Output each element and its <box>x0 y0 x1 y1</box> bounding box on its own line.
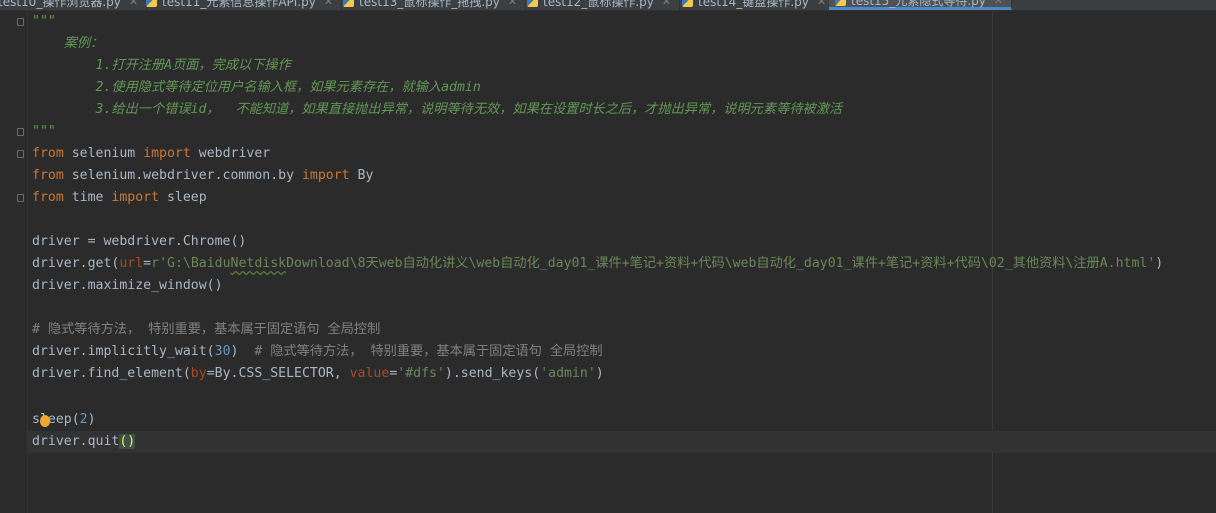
identifier: sleep <box>159 190 207 205</box>
docstring-text: 3.给出一个错误id， 不能知道，如果直接抛出异常，说明等待无效，如果在设置时长… <box>32 102 843 117</box>
code-line-8[interactable]: from selenium.webdriver.common.by import… <box>32 165 373 187</box>
matched-parens: () <box>119 434 136 449</box>
docstring-text: 2.使用隐式等待定位用户名输入框，如果元素存在，就输入admin <box>32 80 481 95</box>
code-line-1[interactable]: """ <box>32 11 56 33</box>
tab-label: test11_元素信息操作API.py <box>162 0 316 9</box>
string: 'admin' <box>540 366 596 381</box>
argument: =By.CSS_SELECTOR, <box>206 366 350 381</box>
string: Download\8天web自动化讲义\web自动化_day01_课件+笔记+资… <box>286 256 1156 271</box>
python-file-icon <box>527 0 538 7</box>
tab-test14[interactable]: test14_键盘操作.py ✕ <box>676 0 836 10</box>
close-icon[interactable]: ✕ <box>324 0 333 8</box>
python-file-icon <box>146 0 157 7</box>
fold-marker-icon[interactable] <box>17 194 24 202</box>
param-name: value <box>349 366 390 381</box>
paren: ) <box>1155 256 1164 271</box>
docstring-text: 1.打开注册A页面，完成以下操作 <box>32 58 291 73</box>
identifier: By <box>349 168 374 183</box>
editor-tab-bar: test10_操作浏览器.py ✕ test11_元素信息操作API.py ✕ te… <box>0 0 1216 11</box>
paren: ) <box>595 366 604 381</box>
param-name: url <box>119 256 144 271</box>
operator: = <box>143 256 152 271</box>
close-icon[interactable]: ✕ <box>129 0 138 8</box>
code-line-9[interactable]: from time import sleep <box>32 187 207 209</box>
statement: driver.maximize_window() <box>32 278 223 293</box>
keyword: from <box>32 168 64 183</box>
code-line-5[interactable]: 3.给出一个错误id， 不能知道，如果直接抛出异常，说明等待无效，如果在设置时长… <box>32 99 843 121</box>
code-line-2[interactable]: 案例： <box>32 33 104 55</box>
number: 2 <box>79 412 88 427</box>
tab-label: test10_操作浏览器.py <box>0 0 121 9</box>
python-file-icon <box>682 0 693 7</box>
fold-marker-icon[interactable] <box>17 150 24 158</box>
call: driver.find_element( <box>32 366 191 381</box>
call: driver.implicitly_wait( <box>32 344 215 359</box>
tab-test11[interactable]: test11_元素信息操作API.py ✕ <box>140 0 343 10</box>
close-icon[interactable]: ✕ <box>508 0 517 8</box>
code-line-12[interactable]: driver.get(url=r'G:\BaiduNetdiskDownload… <box>32 253 1163 275</box>
tab-label: test13_鼠标操作_拖拽.py <box>359 0 500 9</box>
keyword: import <box>111 190 160 205</box>
tab-test13[interactable]: test13_鼠标操作_拖拽.py ✕ <box>337 0 527 10</box>
code-line-6[interactable]: """ <box>32 121 56 143</box>
close-icon[interactable]: ✕ <box>994 0 1003 7</box>
keyword: import <box>143 146 191 161</box>
identifier: selenium.webdriver.common.by <box>63 168 302 183</box>
code-line-17[interactable]: driver.find_element(by=By.CSS_SELECTOR, … <box>32 363 604 385</box>
current-line-highlight <box>28 431 1216 453</box>
tab-label: test12_鼠标操作.py <box>543 0 654 9</box>
code-line-13[interactable]: driver.maximize_window() <box>32 275 223 297</box>
python-file-icon <box>343 0 354 7</box>
close-icon[interactable]: ✕ <box>817 0 826 8</box>
tab-test12[interactable]: test12_鼠标操作.py ✕ <box>521 0 681 10</box>
tab-test10[interactable]: test10_操作浏览器.py ✕ <box>0 0 148 10</box>
comment: # 隐式等待方法， 特别重要，基本属于固定语句 全局控制 <box>254 344 603 359</box>
call: driver.get( <box>32 256 120 271</box>
code-line-7[interactable]: from selenium import webdriver <box>32 143 270 165</box>
tab-label: test14_键盘操作.py <box>698 0 809 9</box>
comment: # 隐式等待方法， 特别重要，基本属于固定语句 全局控制 <box>32 322 381 337</box>
python-file-icon <box>835 0 846 6</box>
code-line-4[interactable]: 2.使用隐式等待定位用户名输入框，如果元素存在，就输入admin <box>32 77 481 99</box>
identifier: webdriver <box>190 146 271 161</box>
code-line-20[interactable]: driver.quit() <box>32 431 136 453</box>
keyword: from <box>32 190 64 205</box>
keyword: import <box>301 168 350 183</box>
code-line-3[interactable]: 1.打开注册A页面，完成以下操作 <box>32 55 291 77</box>
statement: driver = webdriver.Chrome() <box>32 234 247 249</box>
docstring-close: """ <box>32 124 56 139</box>
code-editor[interactable]: """ 案例： 1.打开注册A页面，完成以下操作 2.使用隐式等待定位用户名输入… <box>0 11 1216 513</box>
docstring-open: """ <box>32 14 56 29</box>
call: driver.quit <box>32 434 120 449</box>
tab-test15-active[interactable]: test15_元素隐式等待.py ✕ <box>829 0 1013 10</box>
number: 30 <box>214 344 231 359</box>
param-name: by <box>190 366 207 381</box>
fold-marker-icon[interactable] <box>17 128 24 136</box>
code-line-11[interactable]: driver = webdriver.Chrome() <box>32 231 246 253</box>
docstring-text: 案例： <box>32 36 104 51</box>
string-typo: Netdisk <box>230 256 287 271</box>
tab-label: test15_元素隐式等待.py <box>851 0 986 8</box>
paren: ) <box>230 344 255 359</box>
code-line-15[interactable]: # 隐式等待方法， 特别重要，基本属于固定语句 全局控制 <box>32 319 380 341</box>
code-line-16[interactable]: driver.implicitly_wait(30) # 隐式等待方法， 特别重… <box>32 341 603 363</box>
string: r'G:\Baidu <box>151 256 231 271</box>
fold-marker-icon[interactable] <box>17 18 24 26</box>
call: ).send_keys( <box>444 366 541 381</box>
identifier: selenium <box>63 146 144 161</box>
keyword: from <box>32 146 64 161</box>
close-icon[interactable]: ✕ <box>662 0 671 8</box>
paren: ) <box>87 412 96 427</box>
string: '#dfs' <box>397 366 445 381</box>
identifier: time <box>63 190 112 205</box>
lightbulb-icon[interactable] <box>40 415 50 427</box>
